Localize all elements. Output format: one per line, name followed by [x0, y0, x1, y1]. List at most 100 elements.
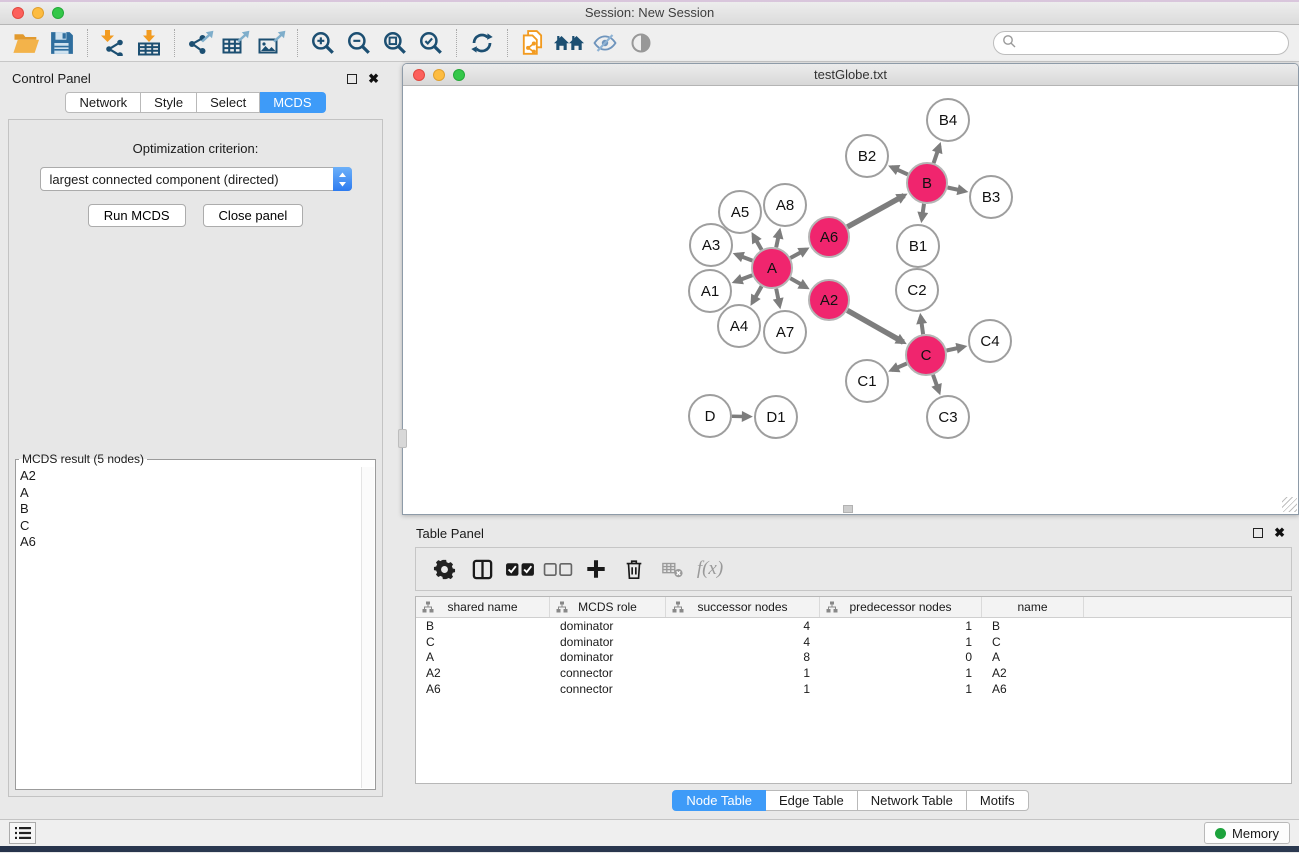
network-close-button[interactable] — [413, 69, 425, 81]
splitter-handle[interactable] — [398, 429, 407, 448]
edge-C-C2[interactable] — [921, 317, 923, 335]
open-session-icon[interactable] — [8, 27, 44, 59]
search-input[interactable] — [1021, 36, 1280, 50]
canvas-bottom-handle[interactable] — [843, 505, 853, 513]
tab-style[interactable]: Style — [141, 92, 197, 113]
column-header-mcds-role[interactable]: MCDS role — [550, 597, 666, 617]
zoom-out-icon[interactable] — [341, 27, 377, 59]
edge-A-A7[interactable] — [776, 289, 779, 306]
mcds-result-item[interactable]: B — [20, 501, 359, 518]
close-panel-icon[interactable]: ✖ — [368, 74, 379, 84]
graph-node-B3[interactable]: B3 — [970, 176, 1012, 218]
delete-column-icon[interactable] — [615, 558, 653, 581]
edge-A-A3[interactable] — [736, 255, 752, 261]
add-column-icon[interactable] — [577, 558, 615, 580]
network-window-titlebar[interactable]: testGlobe.txt — [403, 64, 1298, 86]
tab-mcds[interactable]: MCDS — [260, 92, 325, 113]
edge-A2-C[interactable] — [847, 310, 903, 342]
close-panel-button[interactable]: Close panel — [203, 204, 304, 227]
copy-network-icon[interactable] — [515, 27, 551, 59]
edge-B-B2[interactable] — [892, 167, 908, 174]
graph-node-A8[interactable]: A8 — [764, 184, 806, 226]
graph-node-A4[interactable]: A4 — [718, 305, 760, 347]
mcds-result-item[interactable]: A — [20, 485, 359, 502]
mcds-result-item[interactable]: C — [20, 518, 359, 535]
split-columns-icon[interactable] — [463, 558, 501, 581]
mcds-result-item[interactable]: A2 — [20, 468, 359, 485]
column-header-predecessor-nodes[interactable]: predecessor nodes — [820, 597, 982, 617]
graph-node-A[interactable]: A — [752, 248, 792, 288]
graph-node-C2[interactable]: C2 — [896, 269, 938, 311]
graph-node-B1[interactable]: B1 — [897, 225, 939, 267]
graph-node-A1[interactable]: A1 — [689, 270, 731, 312]
export-network-icon[interactable] — [182, 27, 218, 59]
zoom-fit-icon[interactable] — [377, 27, 413, 59]
zoom-selected-icon[interactable] — [413, 27, 449, 59]
network-minimize-button[interactable] — [433, 69, 445, 81]
tab-select[interactable]: Select — [197, 92, 260, 113]
import-network-icon[interactable] — [95, 27, 131, 59]
select-all-icon[interactable] — [501, 561, 539, 578]
network-maximize-button[interactable] — [453, 69, 465, 81]
graph-node-C3[interactable]: C3 — [927, 396, 969, 438]
maximize-window-button[interactable] — [52, 7, 64, 19]
edge-A-A8[interactable] — [776, 231, 779, 247]
graph-node-A3[interactable]: A3 — [690, 224, 732, 266]
graph-node-C4[interactable]: C4 — [969, 320, 1011, 362]
table-row[interactable]: Cdominator41C — [416, 634, 1291, 650]
graph-node-A5[interactable]: A5 — [719, 191, 761, 233]
zoom-in-icon[interactable] — [305, 27, 341, 59]
graph-node-B[interactable]: B — [907, 163, 947, 203]
graph-node-B2[interactable]: B2 — [846, 135, 888, 177]
column-header-name[interactable]: name — [982, 597, 1084, 617]
column-header-successor-nodes[interactable]: successor nodes — [666, 597, 820, 617]
edge-A-A5[interactable] — [753, 235, 761, 249]
mcds-result-item[interactable]: A6 — [20, 534, 359, 551]
graph-node-C[interactable]: C — [906, 335, 946, 375]
resize-grip-icon[interactable] — [1282, 497, 1297, 512]
graph-node-B4[interactable]: B4 — [927, 99, 969, 141]
edge-C-C4[interactable] — [947, 347, 964, 351]
save-session-icon[interactable] — [44, 27, 80, 59]
edge-B-B1[interactable] — [922, 204, 924, 220]
edge-A-A6[interactable] — [790, 249, 806, 258]
table-tab-node-table[interactable]: Node Table — [672, 790, 766, 811]
float-panel-icon[interactable] — [347, 74, 357, 84]
import-table-icon[interactable] — [131, 27, 167, 59]
edge-C-C1[interactable] — [892, 364, 907, 371]
tab-network[interactable]: Network — [65, 92, 141, 113]
edge-A-A4[interactable] — [752, 286, 761, 302]
minimize-window-button[interactable] — [32, 7, 44, 19]
refresh-layout-icon[interactable] — [464, 27, 500, 59]
run-mcds-button[interactable]: Run MCDS — [88, 204, 186, 227]
edge-A-A1[interactable] — [735, 275, 752, 281]
graph-node-A7[interactable]: A7 — [764, 311, 806, 353]
table-tab-edge-table[interactable]: Edge Table — [766, 790, 858, 811]
search-box[interactable] — [993, 31, 1289, 55]
table-tab-network-table[interactable]: Network Table — [858, 790, 967, 811]
table-row[interactable]: A2connector11A2 — [416, 665, 1291, 681]
home-icon[interactable] — [551, 27, 587, 59]
edge-B-B3[interactable] — [948, 188, 965, 192]
table-row[interactable]: Bdominator41B — [416, 618, 1291, 634]
float-table-panel-icon[interactable] — [1253, 528, 1263, 538]
graph-node-D[interactable]: D — [689, 395, 731, 437]
graph-node-D1[interactable]: D1 — [755, 396, 797, 438]
edge-A-A2[interactable] — [790, 278, 806, 287]
graph-node-A6[interactable]: A6 — [809, 217, 849, 257]
table-row[interactable]: Adominator80A — [416, 649, 1291, 665]
panel-list-button[interactable] — [9, 822, 36, 844]
table-tab-motifs[interactable]: Motifs — [967, 790, 1029, 811]
edge-B-B4[interactable] — [934, 146, 940, 164]
gear-icon[interactable] — [425, 558, 463, 581]
close-window-button[interactable] — [12, 7, 24, 19]
graph-node-C1[interactable]: C1 — [846, 360, 888, 402]
hide-details-icon[interactable] — [587, 27, 623, 59]
graph-node-A2[interactable]: A2 — [809, 280, 849, 320]
edge-A6-B[interactable] — [847, 196, 904, 227]
memory-button[interactable]: Memory — [1204, 822, 1290, 844]
export-table-icon[interactable] — [218, 27, 254, 59]
network-canvas[interactable]: B4 B2 B B3 A8A5 A6 A3 B1 A C2 A1 A2 A4A7 C4 C C1 C3 D D1 — [403, 86, 1298, 513]
column-header-shared-name[interactable]: shared name — [416, 597, 550, 617]
close-table-panel-icon[interactable]: ✖ — [1274, 528, 1285, 538]
